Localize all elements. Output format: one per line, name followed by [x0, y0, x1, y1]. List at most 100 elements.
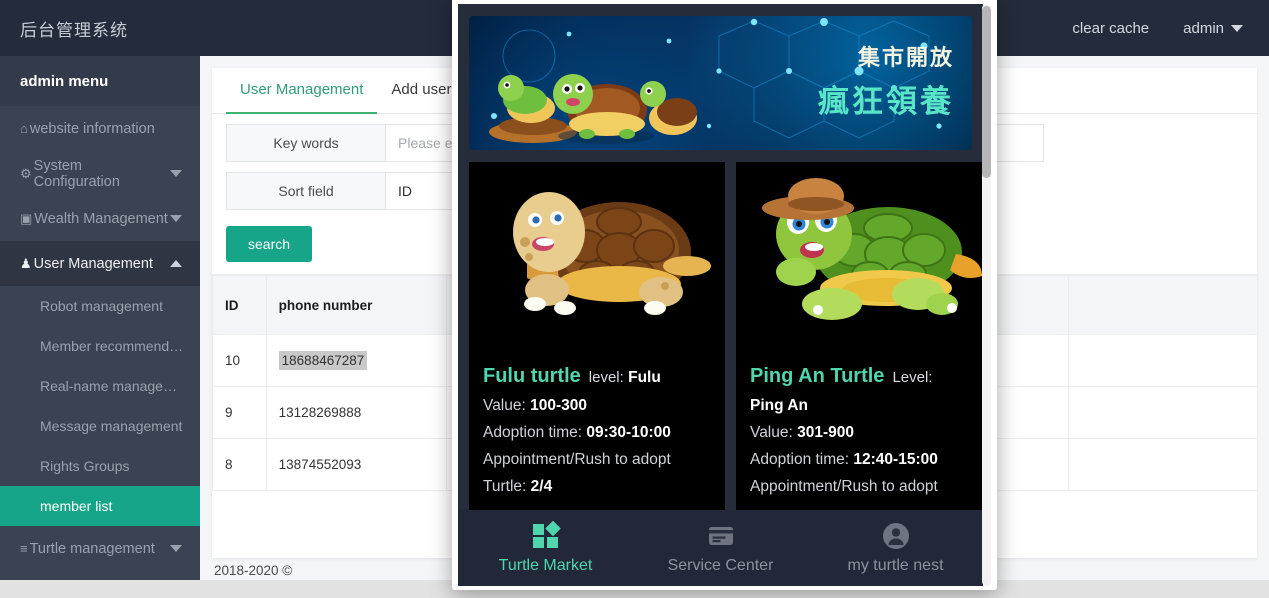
cell-phone-value: 18688467287: [279, 351, 368, 370]
banner-line-2: 瘋狂領養: [818, 76, 954, 121]
col-id[interactable]: ID: [213, 276, 267, 335]
fulu-time-key: Adoption time:: [483, 424, 582, 441]
app-brand-title: 后台管理系统: [0, 16, 200, 41]
fulu-value-key: Value:: [483, 397, 526, 414]
preview-modal: 集市開放 瘋狂領養: [452, 0, 997, 590]
clear-cache-label: clear cache: [1072, 20, 1149, 37]
banner-turtles-icon: [481, 36, 701, 146]
cell-id: 8: [213, 439, 267, 491]
banner-line-1: 集市開放: [818, 40, 954, 72]
turtle-card-fulu[interactable]: Fulu turtle level: Fulu Value: 100-300 Ad…: [469, 162, 725, 510]
grid-icon: [531, 521, 561, 551]
chevron-down-icon: [170, 215, 182, 222]
fulu-mode: Appointment/Rush to adopt: [483, 446, 711, 473]
fulu-value-row: Value: 100-300: [483, 392, 711, 419]
ping-an-time-key: Adoption time:: [750, 451, 849, 468]
tab-turtle-market-label: Turtle Market: [499, 557, 593, 575]
tab-my-turtle-nest-label: my turtle nest: [847, 557, 943, 575]
tab-turtle-market[interactable]: Turtle Market: [458, 521, 633, 575]
sidebar-item-label: System Configuration: [34, 158, 170, 190]
sidebar-item-website-information[interactable]: ⌂ website information: [0, 106, 200, 151]
search-button[interactable]: search: [226, 226, 312, 262]
ping-an-value-row: Value: 301-900: [750, 419, 978, 446]
fulu-time-row: Adoption time: 09:30-10:00: [483, 419, 711, 446]
person-icon: [881, 521, 911, 551]
chevron-down-icon: [170, 545, 182, 552]
sidebar-item-label: website information: [30, 121, 155, 137]
ping-an-turtle-image: [736, 162, 983, 354]
sidebar-item-user-management[interactable]: ♟ User Management: [0, 241, 200, 286]
ping-an-title-row: Ping An Turtle Level:: [750, 362, 978, 392]
sidebar-item-wealth-management[interactable]: ▣ Wealth Management: [0, 196, 200, 241]
modal-scrollbar[interactable]: [982, 4, 991, 586]
sidebar-item-turtle-management[interactable]: ≡ Turtle management: [0, 526, 200, 571]
modal-scrollbar-thumb[interactable]: [982, 6, 991, 178]
ping-an-level-key: Level:: [892, 369, 932, 386]
tab-my-turtle-nest[interactable]: my turtle nest: [808, 521, 983, 575]
fulu-turtle-count: 2/4: [531, 478, 553, 495]
sidebar-item-member-list[interactable]: member list: [0, 486, 200, 526]
cell-phone: 13128269888: [266, 387, 447, 439]
sidebar-item-real-name-management[interactable]: Real-name manage…: [0, 366, 200, 406]
green-turtle-hat-icon: [736, 162, 983, 354]
cell-id: 9: [213, 387, 267, 439]
chevron-down-icon: [1231, 25, 1243, 32]
sidebar-item-message-management[interactable]: Message management: [0, 406, 200, 446]
ping-an-level-value: Ping An: [750, 397, 808, 414]
cell-phone: 13874552093: [266, 439, 447, 491]
cell-id: 10: [213, 335, 267, 387]
app-root: 后台管理系统 clear cache admin admin menu ⌂ we…: [0, 0, 1269, 598]
banner-text: 集市開放 瘋狂領養: [818, 40, 954, 121]
clear-cache-button[interactable]: clear cache: [1072, 20, 1149, 37]
cell-spacer-b: [1068, 387, 1257, 439]
chevron-down-icon: [170, 170, 182, 177]
cell-spacer-b: [1068, 335, 1257, 387]
ping-an-mode: Appointment/Rush to adopt: [750, 473, 978, 500]
brown-turtle-icon: [469, 162, 725, 354]
col-spacer-b: [1068, 276, 1257, 335]
ping-an-name: Ping An Turtle: [750, 365, 884, 387]
fulu-count-row: Turtle: 2/4: [483, 473, 711, 500]
top-bar-actions: clear cache admin: [1072, 20, 1269, 37]
ping-an-time-row: Adoption time: 12:40-15:00: [750, 446, 978, 473]
sidebar-item-system-configuration[interactable]: ⚙ System Configuration: [0, 151, 200, 196]
ping-an-level-row: Ping An: [750, 392, 978, 419]
cell-phone: 18688467287: [266, 335, 447, 387]
admin-label: admin: [1183, 20, 1224, 37]
fulu-value: 100-300: [530, 397, 587, 414]
phone-tab-bar: Turtle Market Service Center: [458, 510, 983, 586]
turtle-card-ping-an[interactable]: Ping An Turtle Level: Ping An Value: 301-…: [736, 162, 983, 510]
gears-icon: ⚙: [20, 166, 32, 182]
ping-an-value-key: Value:: [750, 424, 793, 441]
tab-user-management[interactable]: User Management: [226, 68, 377, 114]
promo-banner[interactable]: 集市開放 瘋狂領養: [469, 16, 972, 150]
sidebar-item-member-recommend[interactable]: Member recommend…: [0, 326, 200, 366]
fulu-turtle-info: Fulu turtle level: Fulu Value: 100-300 Ad…: [469, 354, 725, 500]
sidebar-item-robot-management[interactable]: Robot management: [0, 286, 200, 326]
phone-preview: 集市開放 瘋狂領養: [458, 4, 983, 586]
list-icon: ≡: [20, 541, 28, 556]
card-icon: [706, 521, 736, 551]
fulu-level-key: level:: [589, 369, 624, 386]
ping-an-value: 301-900: [797, 424, 854, 441]
sort-field-label: Sort field: [226, 172, 386, 210]
money-icon: ▣: [20, 211, 32, 227]
turtle-card-list: Fulu turtle level: Fulu Value: 100-300 Ad…: [469, 162, 972, 510]
admin-menu-button[interactable]: admin: [1183, 20, 1243, 37]
cell-spacer-b: [1068, 439, 1257, 491]
home-icon: ⌂: [20, 121, 28, 136]
keywords-label: Key words: [226, 124, 386, 162]
fulu-turtle-key: Turtle:: [483, 478, 526, 495]
sidebar-title: admin menu: [0, 56, 200, 106]
users-icon: ♟: [20, 256, 32, 272]
sidebar-item-label: User Management: [34, 256, 153, 272]
tab-service-center-label: Service Center: [668, 557, 774, 575]
fulu-turtle-image: [469, 162, 725, 354]
sidebar-item-rights-groups[interactable]: Rights Groups: [0, 446, 200, 486]
tab-service-center[interactable]: Service Center: [633, 521, 808, 575]
col-phone-number[interactable]: phone number: [266, 276, 447, 335]
fulu-name: Fulu turtle: [483, 365, 581, 387]
fulu-level-value: Fulu: [628, 369, 661, 386]
ping-an-time: 12:40-15:00: [853, 451, 937, 468]
fulu-title-row: Fulu turtle level: Fulu: [483, 362, 711, 392]
